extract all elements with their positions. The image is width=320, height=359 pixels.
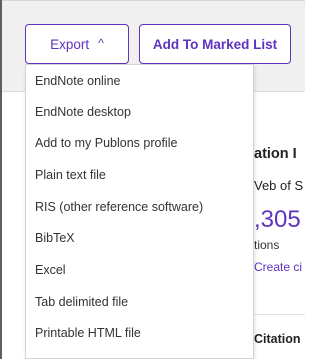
create-citation-link[interactable]: Create ci bbox=[254, 260, 302, 274]
add-to-marked-list-button[interactable]: Add To Marked List bbox=[139, 24, 291, 64]
citation-count-label: tions bbox=[254, 238, 280, 252]
menu-item-excel[interactable]: Excel bbox=[26, 254, 253, 285]
menu-item-plain-text[interactable]: Plain text file bbox=[26, 159, 253, 190]
menu-item-endnote-online[interactable]: EndNote online bbox=[26, 65, 253, 96]
export-dropdown-menu: EndNote online EndNote desktop Add to my… bbox=[25, 64, 254, 359]
chevron-up-icon: ^ bbox=[98, 36, 104, 50]
menu-item-endnote-desktop[interactable]: EndNote desktop bbox=[26, 96, 253, 127]
export-button-label: Export bbox=[50, 36, 90, 52]
export-button[interactable]: Export ^ bbox=[25, 24, 129, 64]
menu-item-ris[interactable]: RIS (other reference software) bbox=[26, 191, 253, 222]
section-divider bbox=[254, 314, 305, 315]
menu-item-printable-html[interactable]: Printable HTML file bbox=[26, 317, 253, 348]
menu-item-bibtex[interactable]: BibTeX bbox=[26, 222, 253, 253]
menu-item-publons-profile[interactable]: Add to my Publons profile bbox=[26, 127, 253, 158]
citation-summary-panel: ation I Veb of S ,305 tions Create ci Ci… bbox=[254, 92, 305, 359]
toolbar-top-border bbox=[2, 0, 305, 1]
citation-count: ,305 bbox=[254, 206, 301, 233]
menu-item-tab-delimited[interactable]: Tab delimited file bbox=[26, 286, 253, 317]
citation-section-title: Citation bbox=[254, 332, 301, 346]
add-to-marked-list-label: Add To Marked List bbox=[152, 36, 278, 52]
citation-heading: ation I bbox=[254, 146, 297, 162]
citation-source: Veb of S bbox=[254, 178, 304, 193]
